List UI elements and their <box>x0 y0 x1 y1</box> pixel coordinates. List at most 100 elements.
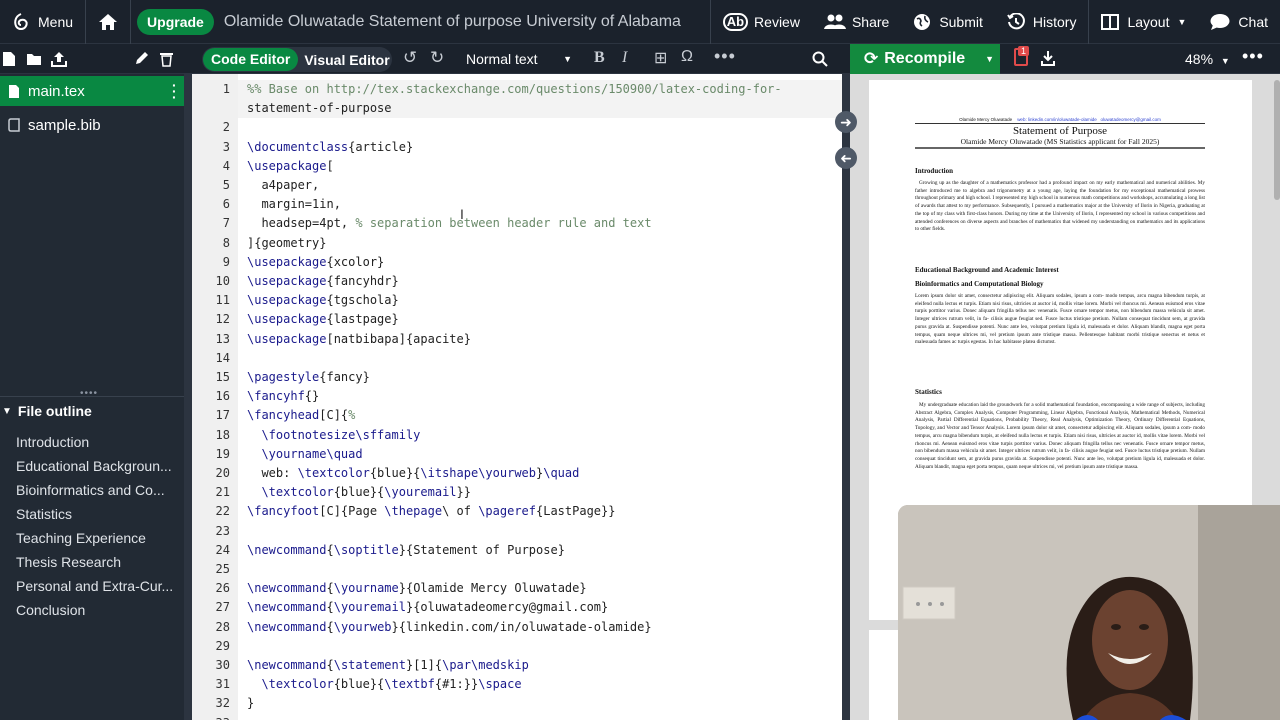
outline-item[interactable]: Educational Backgroun... <box>16 454 176 478</box>
project-title[interactable]: Olamide Oluwatade Statement of purpose U… <box>224 13 710 31</box>
insert-symbol-omega-icon[interactable]: Ω <box>681 48 693 66</box>
line-number: 28 <box>215 619 230 634</box>
code-line[interactable]: 13 \usepackage[natbibapa]{apacite} <box>192 330 842 349</box>
code-line[interactable]: 22 \fancyfoot[C]{Page \thepage\ of \pager… <box>192 502 842 521</box>
share-button[interactable]: Share <box>812 0 901 44</box>
code-line[interactable]: 15 \pagestyle{fancy} <box>192 368 842 387</box>
code-line[interactable]: 10 \usepackage{fancyhdr} <box>192 272 842 291</box>
bold-icon[interactable]: B <box>594 49 605 67</box>
code-line[interactable]: 30 \newcommand{\statement}[1]{\par\medski… <box>192 656 842 675</box>
sidebar-splitter[interactable] <box>184 74 192 720</box>
rename-pencil-icon[interactable] <box>134 51 149 66</box>
italic-icon[interactable]: I <box>622 49 627 67</box>
code-line[interactable]: 9 \usepackage{xcolor} <box>192 253 842 272</box>
code-line[interactable]: 26 \newcommand{\yourname}{Olamide Mercy O… <box>192 579 842 598</box>
code-line[interactable]: 29 <box>192 637 842 656</box>
recompile-button[interactable]: ⟳ Recompile ▼ <box>850 44 1000 74</box>
code-line[interactable]: 20 web: \textcolor{blue}{\itshape\yourwe… <box>192 464 842 483</box>
code-line[interactable]: 23 <box>192 522 842 541</box>
visual-editor-toggle[interactable]: Visual Editor <box>304 52 389 68</box>
layout-label: Layout <box>1127 13 1170 30</box>
zoom-select[interactable]: 48% ▼ <box>1185 51 1230 67</box>
code-line[interactable]: 4 \usepackage[ <box>192 157 842 176</box>
chat-button[interactable]: Chat <box>1198 0 1280 44</box>
outline-item[interactable]: Teaching Experience <box>16 526 176 550</box>
file-tree-item-main-tex[interactable]: main.tex · · · <box>0 76 184 106</box>
code-line[interactable]: 17 \fancyhead[C]{% <box>192 406 842 425</box>
code-line[interactable]: 16 \fancyhf{} <box>192 387 842 406</box>
delete-trash-icon[interactable] <box>160 51 173 67</box>
outline-item[interactable]: Personal and Extra-Cur... <box>16 574 176 598</box>
menu-button[interactable]: Menu <box>0 0 85 44</box>
code-line[interactable]: 32} <box>192 694 842 713</box>
upgrade-button[interactable]: Upgrade <box>137 8 214 35</box>
webcam-video-overlay <box>898 505 1280 720</box>
line-number: 27 <box>215 600 230 615</box>
search-icon[interactable] <box>812 51 828 67</box>
code-line[interactable]: 25 <box>192 560 842 579</box>
code-line[interactable]: 18 \footnotesize\sffamily <box>192 426 842 445</box>
code-line[interactable]: 11 \usepackage{tgschola} <box>192 291 842 310</box>
code-line[interactable]: 31 \textcolor{blue}{\textbf{#1:}}\space <box>192 675 842 694</box>
code-line[interactable]: 33 <box>192 714 842 720</box>
outline-item[interactable]: Thesis Research <box>16 550 176 574</box>
pdf-more-options-icon[interactable]: ••• <box>1242 46 1264 67</box>
insert-table-icon[interactable]: ⊞ <box>654 48 667 68</box>
undo-icon[interactable]: ↺ <box>403 48 417 68</box>
outline-item[interactable]: Conclusion <box>16 598 176 622</box>
history-button[interactable]: History <box>995 0 1089 44</box>
chat-label: Chat <box>1238 13 1268 30</box>
submit-button[interactable]: Submit <box>901 0 995 44</box>
new-folder-icon[interactable] <box>26 52 42 66</box>
panel-resize-handle[interactable]: •••• <box>80 388 98 399</box>
code-line[interactable]: statement-of-purpose <box>192 99 842 118</box>
code-line[interactable]: 19 \yourname\quad <box>192 445 842 464</box>
go-to-pdf-location-icon[interactable]: ➜ <box>835 111 857 133</box>
code-editor-toggle[interactable]: Code Editor <box>203 48 299 71</box>
download-pdf-icon[interactable] <box>1041 50 1055 66</box>
text-style-select[interactable]: Normal text ▼ <box>466 51 572 67</box>
layout-button[interactable]: Layout ▼ <box>1089 0 1198 44</box>
code-line[interactable]: 5 a4paper, <box>192 176 842 195</box>
code-text: \usepackage{tgschola} <box>247 293 399 308</box>
file-menu-icon[interactable]: · · · <box>172 78 177 104</box>
outline-item[interactable]: Bioinformatics and Co... <box>16 478 176 502</box>
file-outline-header[interactable]: ▼ File outline <box>0 400 184 422</box>
line-number: 10 <box>215 274 230 288</box>
code-text: \usepackage[natbibapa]{apacite} <box>247 331 471 346</box>
editor-splitter[interactable] <box>842 74 850 720</box>
more-options-icon[interactable]: ••• <box>714 46 736 67</box>
upload-icon[interactable] <box>51 51 67 67</box>
code-line[interactable]: 2 <box>192 118 842 137</box>
code-line[interactable]: 28 \newcommand{\yourweb}{linkedin.com/in/… <box>192 618 842 637</box>
logs-button[interactable]: 1 <box>1014 46 1030 66</box>
code-editor[interactable]: 1 %% Base on http://tex.stackexchange.com… <box>192 74 842 720</box>
code-line[interactable]: 21 \textcolor{blue}{\youremail}} <box>192 483 842 502</box>
presenter-video-image <box>898 505 1280 720</box>
home-button[interactable] <box>86 0 130 44</box>
zoom-value: 48% <box>1185 51 1214 67</box>
code-line[interactable]: 12 \usepackage{lastpage} <box>192 310 842 329</box>
code-line[interactable]: 24 \newcommand{\soptitle}{Statement of Pu… <box>192 541 842 560</box>
redo-icon[interactable]: ↻ <box>430 48 444 68</box>
code-text: web: \textcolor{blue}{\itshape\yourweb}\… <box>247 466 580 480</box>
review-button[interactable]: Ab Review <box>711 0 812 44</box>
divider <box>130 0 132 44</box>
code-text: \fancyhf{} <box>247 389 320 404</box>
code-line[interactable]: 27 \newcommand{\youremail}{oluwatadeomerc… <box>192 598 842 617</box>
code-line[interactable]: 1 %% Base on http://tex.stackexchange.com… <box>192 80 842 99</box>
code-line[interactable]: 14 <box>192 349 842 368</box>
code-line[interactable]: 7 headsep=4pt, % separation between head… <box>192 214 842 233</box>
outline-item[interactable]: Introduction <box>16 430 176 454</box>
recompile-dropdown-icon[interactable]: ▼ <box>985 54 994 64</box>
go-to-code-location-icon[interactable]: ➜ <box>835 147 857 169</box>
outline-item[interactable]: Statistics <box>16 502 176 526</box>
submit-label: Submit <box>939 13 983 30</box>
pdf-scrollbar[interactable] <box>1274 80 1280 200</box>
line-number: 17 <box>215 408 230 423</box>
code-line[interactable]: 6 margin=1in, <box>192 195 842 214</box>
file-tree-item-sample-bib[interactable]: sample.bib <box>0 110 184 140</box>
code-line[interactable]: 3 \documentclass{article} <box>192 138 842 157</box>
new-file-icon[interactable] <box>2 51 16 67</box>
code-line[interactable]: 8]{geometry} <box>192 234 842 253</box>
